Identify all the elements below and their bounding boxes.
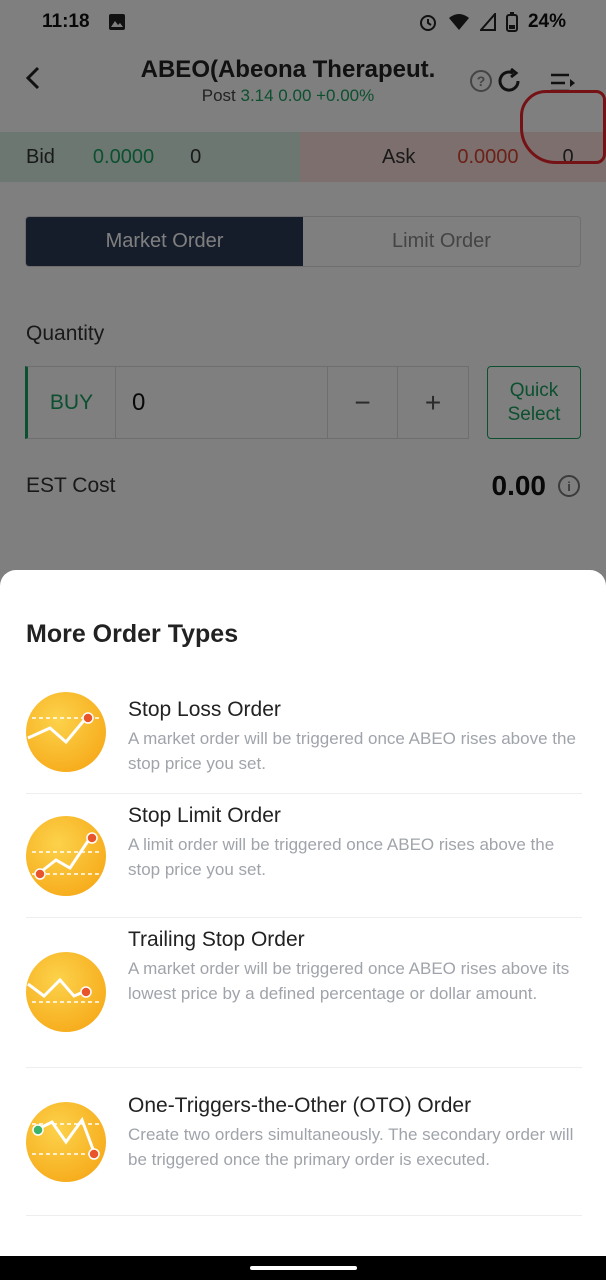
option-desc: Create two orders simultaneously. The se… — [128, 1125, 574, 1169]
option-name: One-Triggers-the-Other (OTO) Order — [128, 1094, 472, 1117]
home-gesture-handle[interactable] — [250, 1266, 357, 1270]
option-desc: A market order will be triggered once AB… — [128, 729, 576, 773]
system-nav-bar — [0, 1256, 606, 1280]
option-text: Stop Loss Order A market order will be t… — [128, 698, 582, 776]
option-name: Stop Loss Order — [128, 698, 281, 721]
more-order-types-sheet: More Order Types Stop Loss Order A marke… — [0, 570, 606, 1256]
option-stop-limit-order[interactable]: Stop Limit Order A limit order will be t… — [26, 794, 582, 918]
stop-loss-chart-icon — [26, 692, 106, 772]
stop-limit-chart-icon — [26, 816, 106, 896]
option-desc: A market order will be triggered once AB… — [128, 959, 570, 1003]
option-text: Stop Limit Order A limit order will be t… — [128, 804, 582, 882]
trailing-stop-chart-icon — [26, 952, 106, 1032]
option-name: Trailing Stop Order — [128, 928, 305, 951]
option-oto-order[interactable]: One-Triggers-the-Other (OTO) Order Creat… — [26, 1068, 582, 1216]
option-text: Trailing Stop Order A market order will … — [128, 928, 582, 1006]
option-name: Stop Limit Order — [128, 804, 281, 827]
option-trailing-stop-order[interactable]: Trailing Stop Order A market order will … — [26, 918, 582, 1068]
option-desc: A limit order will be triggered once ABE… — [128, 835, 555, 879]
option-text: One-Triggers-the-Other (OTO) Order Creat… — [128, 1094, 582, 1172]
option-stop-loss-order[interactable]: Stop Loss Order A market order will be t… — [26, 688, 582, 794]
oto-chart-icon — [26, 1102, 106, 1182]
sheet-title: More Order Types — [26, 620, 239, 648]
